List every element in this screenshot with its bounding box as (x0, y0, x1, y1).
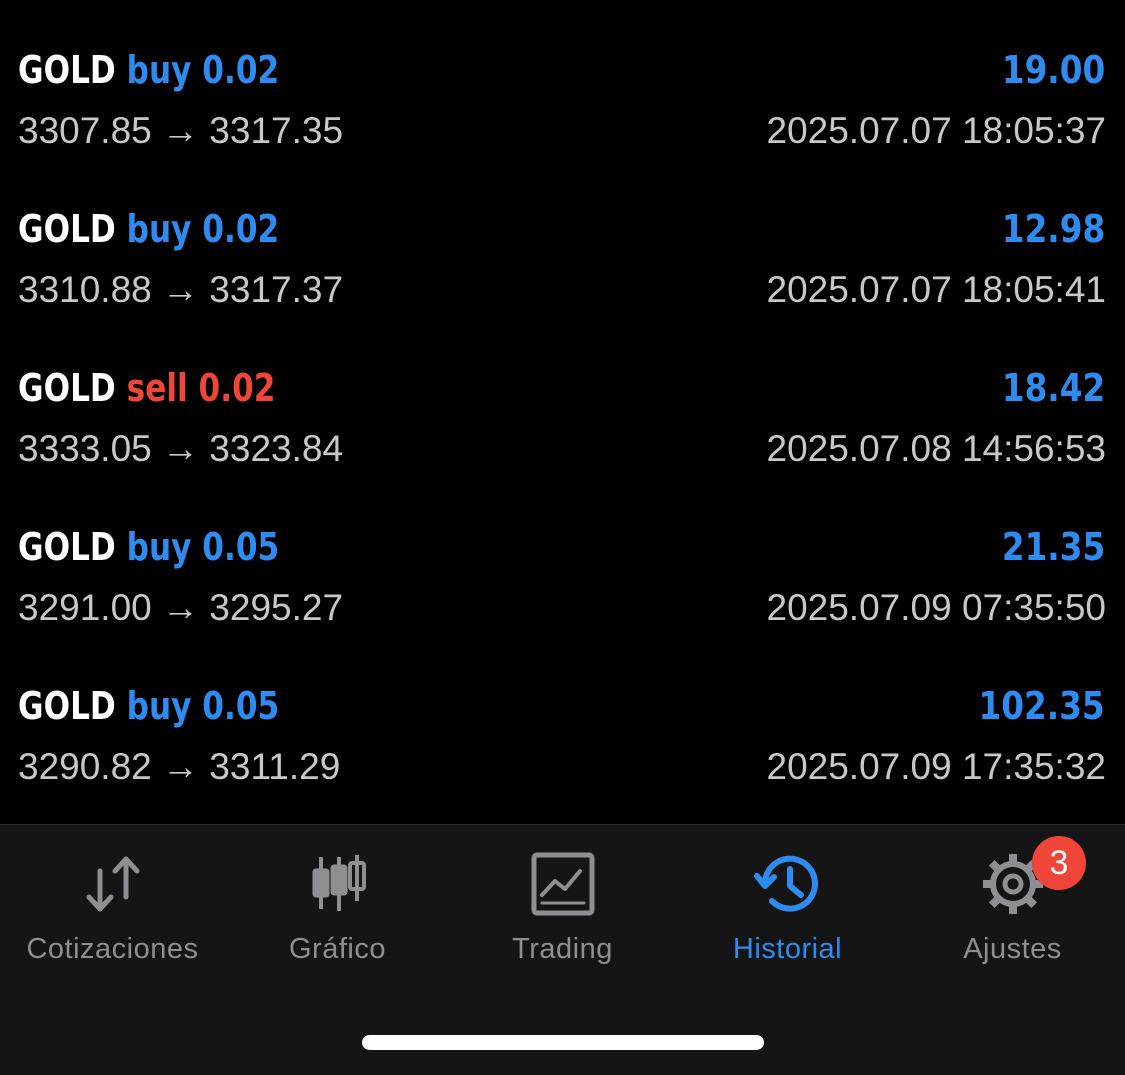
trade-row[interactable]: GOLD buy 0.02 12.98 3310.88 → 3317.37 20… (0, 159, 1125, 318)
trade-prices: 3290.82 → 3311.29 (18, 746, 341, 787)
trade-side: buy (126, 48, 192, 92)
trade-time: 2025.07.09 17:35:32 (766, 746, 1107, 787)
tab-ajustes[interactable]: 3 Ajustes (900, 825, 1125, 985)
trade-volume: 0.02 (202, 48, 280, 92)
trade-prices: 3291.00 → 3295.27 (18, 587, 344, 628)
trade-symbol: GOLD (18, 684, 116, 728)
tab-grafico[interactable]: Gráfico (225, 825, 450, 985)
trade-time: 2025.07.07 18:05:37 (766, 110, 1107, 151)
tab-trading[interactable]: Trading (450, 825, 675, 985)
trade-symbol: GOLD (18, 207, 116, 251)
trading-chart-icon (528, 849, 598, 919)
quotes-arrows-icon (78, 849, 148, 919)
trade-profit: 102.35 (978, 684, 1105, 728)
candlestick-chart-icon (303, 849, 373, 919)
trade-profit: 19.00 (1001, 48, 1105, 92)
trade-volume: 0.05 (202, 525, 280, 569)
trade-row[interactable]: GOLD buy 0.05 102.35 3290.82 → 3311.29 2… (0, 636, 1125, 795)
trade-prices: 3310.88 → 3317.37 (18, 269, 344, 310)
trade-volume: 0.02 (202, 207, 280, 251)
trade-prices: 3307.85 → 3317.35 (18, 110, 344, 151)
trade-title: GOLD buy 0.02 (18, 203, 279, 255)
trade-history-list: GOLD buy 0.02 19.00 3307.85 → 3317.35 20… (0, 0, 1125, 824)
trade-profit: 21.35 (1001, 525, 1105, 569)
trade-title: GOLD buy 0.05 (18, 521, 279, 573)
home-indicator[interactable] (362, 1035, 764, 1050)
tab-label: Gráfico (289, 933, 386, 965)
tab-label: Ajustes (963, 933, 1062, 965)
trade-row[interactable]: GOLD buy 0.05 21.35 3291.00 → 3295.27 20… (0, 477, 1125, 636)
trade-symbol: GOLD (18, 366, 116, 410)
trade-prices: 3333.05 → 3323.84 (18, 428, 344, 469)
trade-row[interactable]: GOLD buy 0.02 19.00 3307.85 → 3317.35 20… (0, 0, 1125, 159)
trade-row[interactable]: GOLD sell 0.02 18.42 3333.05 → 3323.84 2… (0, 318, 1125, 477)
trade-time: 2025.07.08 14:56:53 (766, 428, 1107, 469)
trade-time: 2025.07.07 18:05:41 (766, 269, 1107, 310)
trade-title: GOLD buy 0.05 (18, 680, 279, 732)
tab-cotizaciones[interactable]: Cotizaciones (0, 825, 225, 985)
trade-volume: 0.02 (198, 366, 276, 410)
trade-title: GOLD sell 0.02 (18, 362, 275, 414)
trade-side: sell (126, 366, 188, 410)
tab-label: Cotizaciones (26, 933, 199, 965)
trade-side: buy (126, 525, 192, 569)
tab-historial[interactable]: Historial (675, 825, 900, 985)
history-clock-icon (753, 849, 823, 919)
tab-label: Trading (512, 933, 613, 965)
trade-profit: 12.98 (1001, 207, 1105, 251)
trade-side: buy (126, 207, 192, 251)
notification-badge: 3 (1032, 836, 1086, 890)
trade-volume: 0.05 (202, 684, 280, 728)
tab-label: Historial (732, 933, 843, 965)
trade-title: GOLD buy 0.02 (18, 44, 279, 96)
trade-side: buy (126, 684, 192, 728)
trade-symbol: GOLD (18, 525, 116, 569)
trade-profit: 18.42 (1001, 366, 1105, 410)
trade-symbol: GOLD (18, 48, 116, 92)
trade-time: 2025.07.09 07:35:50 (766, 587, 1107, 628)
